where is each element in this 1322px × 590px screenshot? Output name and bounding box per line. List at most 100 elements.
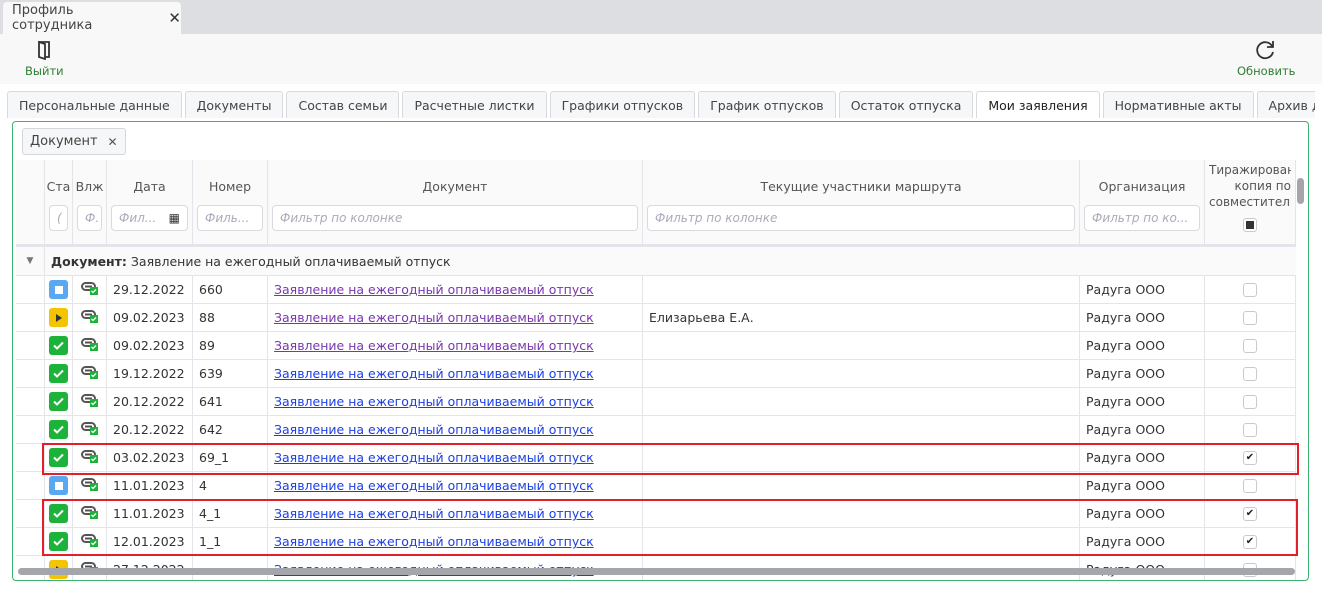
- tab-1[interactable]: Документы: [184, 91, 284, 118]
- document-link[interactable]: Заявление на ежегодный оплачиваемый отпу…: [274, 450, 594, 465]
- participants-cell: [643, 388, 1080, 415]
- close-icon[interactable]: ✕: [168, 9, 181, 27]
- refresh-button[interactable]: Обновить: [1237, 40, 1295, 78]
- number-cell: 4_1: [193, 500, 268, 527]
- number-cell: 89: [193, 332, 268, 359]
- attachment-icon[interactable]: [80, 448, 99, 467]
- horizontal-scrollbar[interactable]: [18, 568, 1295, 575]
- date-cell: 12.01.2023: [107, 528, 193, 555]
- document-link[interactable]: Заявление на ежегодный оплачиваемый отпу…: [274, 506, 594, 521]
- table-row[interactable]: 20.12.2022 642 Заявление на ежегодный оп…: [16, 416, 1296, 444]
- copy-checkbox[interactable]: ✔: [1243, 534, 1257, 549]
- calendar-icon[interactable]: ▦: [169, 211, 180, 225]
- status-run-icon: [49, 308, 68, 327]
- attachment-icon[interactable]: [80, 532, 99, 551]
- table-row[interactable]: 09.02.2023 88 Заявление на ежегодный опл…: [16, 304, 1296, 332]
- document-link[interactable]: Заявление на ежегодный оплачиваемый отпу…: [274, 422, 594, 437]
- table-row[interactable]: 20.12.2022 641 Заявление на ежегодный оп…: [16, 388, 1296, 416]
- table-row[interactable]: 11.01.2023 4_1 Заявление на ежегодный оп…: [16, 500, 1296, 528]
- participants-cell: [643, 528, 1080, 555]
- profile-tabs: Персональные данные Документы Состав семьи…: [7, 91, 1315, 118]
- table-row[interactable]: 19.12.2022 639 Заявление на ежегодный оп…: [16, 360, 1296, 388]
- col-date[interactable]: Дата Фил... ▦: [107, 160, 193, 244]
- table-row[interactable]: 03.02.2023 69_1 Заявление на ежегодный о…: [16, 444, 1296, 472]
- attachment-icon[interactable]: [80, 336, 99, 355]
- tab-6[interactable]: Остаток отпуска: [838, 91, 974, 118]
- date-cell: 11.01.2023: [107, 500, 193, 527]
- group-by-chip[interactable]: Документ ✕: [22, 128, 126, 155]
- filter-number[interactable]: Филь...: [197, 205, 263, 231]
- exit-button[interactable]: Выйти: [25, 40, 64, 78]
- col-copy[interactable]: Тиражирован копия по совместитель: [1205, 160, 1296, 244]
- col-participants[interactable]: Текущие участники маршрута Фильтр по коло…: [643, 160, 1080, 244]
- filter-document[interactable]: Фильтр по колонке: [272, 205, 638, 231]
- filter-date[interactable]: Фил... ▦: [111, 205, 188, 231]
- attachment-icon[interactable]: [80, 420, 99, 439]
- tab-9[interactable]: Архив документов: [1256, 91, 1315, 118]
- copy-checkbox[interactable]: [1243, 282, 1257, 297]
- col-number[interactable]: Номер Филь...: [193, 160, 268, 244]
- table-row[interactable]: 11.01.2023 4 Заявление на ежегодный опла…: [16, 472, 1296, 500]
- attachment-icon[interactable]: [80, 364, 99, 383]
- refresh-icon: [1256, 41, 1275, 60]
- copy-checkbox[interactable]: [1243, 422, 1257, 437]
- copy-checkbox[interactable]: ✔: [1243, 450, 1257, 465]
- tab-4[interactable]: Графики отпусков: [549, 91, 696, 118]
- attachment-icon[interactable]: [80, 280, 99, 299]
- table-row[interactable]: 09.02.2023 89 Заявление на ежегодный опл…: [16, 332, 1296, 360]
- col-attach[interactable]: Влж Ф.: [73, 160, 107, 244]
- copy-checkbox[interactable]: ✔: [1243, 506, 1257, 521]
- document-link[interactable]: Заявление на ежегодный оплачиваемый отпу…: [274, 534, 594, 549]
- document-link[interactable]: Заявление на ежегодный оплачиваемый отпу…: [274, 282, 594, 297]
- group-row[interactable]: ▼ Документ: Заявление на ежегодный оплач…: [16, 246, 1296, 276]
- copy-checkbox[interactable]: [1243, 366, 1257, 381]
- table-row[interactable]: 12.01.2023 1_1 Заявление на ежегодный оп…: [16, 528, 1296, 556]
- number-cell: 639: [193, 360, 268, 387]
- attachment-icon[interactable]: [80, 476, 99, 495]
- col-org[interactable]: Организация Фильтр по ко...: [1080, 160, 1205, 244]
- tab-8[interactable]: Нормативные акты: [1102, 91, 1254, 118]
- document-link[interactable]: Заявление на ежегодный оплачиваемый отпу…: [274, 310, 594, 325]
- tab-7[interactable]: Мои заявления: [976, 91, 1100, 118]
- attachment-icon[interactable]: [80, 504, 99, 523]
- document-link[interactable]: Заявление на ежегодный оплачиваемый отпу…: [274, 394, 594, 409]
- tab-5[interactable]: График отпусков: [698, 91, 836, 118]
- org-cell: Радуга ООО: [1080, 416, 1205, 443]
- copy-checkbox[interactable]: [1243, 478, 1257, 493]
- window-tab-employee-profile[interactable]: Профиль сотрудника ✕: [3, 2, 181, 34]
- date-cell: 09.02.2023: [107, 332, 193, 359]
- col-document[interactable]: Документ Фильтр по колонке: [268, 160, 643, 244]
- attachment-icon[interactable]: [80, 392, 99, 411]
- document-link[interactable]: Заявление на ежегодный оплачиваемый отпу…: [274, 366, 594, 381]
- attachment-icon[interactable]: [80, 308, 99, 327]
- org-cell: Радуга ООО: [1080, 388, 1205, 415]
- number-cell: 4: [193, 472, 268, 499]
- document-link[interactable]: Заявление на ежегодный оплачиваемый отпу…: [274, 338, 594, 353]
- collapse-caret-icon[interactable]: ▼: [16, 247, 45, 275]
- filter-attach[interactable]: Ф.: [77, 205, 102, 231]
- org-cell: Радуга ООО: [1080, 528, 1205, 555]
- tab-3[interactable]: Расчетные листки: [402, 91, 547, 118]
- copy-checkbox[interactable]: [1243, 310, 1257, 325]
- copy-checkbox[interactable]: [1243, 394, 1257, 409]
- participants-cell: [643, 276, 1080, 303]
- col-status[interactable]: Ста(: [45, 160, 73, 244]
- date-cell: 20.12.2022: [107, 416, 193, 443]
- document-link[interactable]: Заявление на ежегодный оплачиваемый отпу…: [274, 478, 594, 493]
- table-row[interactable]: 29.12.2022 660 Заявление на ежегодный оп…: [16, 276, 1296, 304]
- door-exit-icon: [38, 40, 51, 60]
- remove-group-icon[interactable]: ✕: [108, 135, 118, 149]
- date-cell: 03.02.2023: [107, 444, 193, 471]
- filter-org[interactable]: Фильтр по ко...: [1084, 205, 1200, 231]
- tab-0[interactable]: Персональные данные: [7, 91, 182, 118]
- tab-2[interactable]: Состав семьи: [286, 91, 400, 118]
- copy-checkbox[interactable]: [1243, 338, 1257, 353]
- participants-cell: [643, 332, 1080, 359]
- filter-status[interactable]: (: [49, 205, 68, 231]
- vertical-scrollbar[interactable]: [1297, 178, 1304, 204]
- participants-cell: [643, 360, 1080, 387]
- filter-participants[interactable]: Фильтр по колонке: [647, 205, 1075, 231]
- status-ok-icon: [49, 448, 68, 467]
- filter-copy-checkbox[interactable]: [1243, 218, 1257, 232]
- status-ok-icon: [49, 532, 68, 551]
